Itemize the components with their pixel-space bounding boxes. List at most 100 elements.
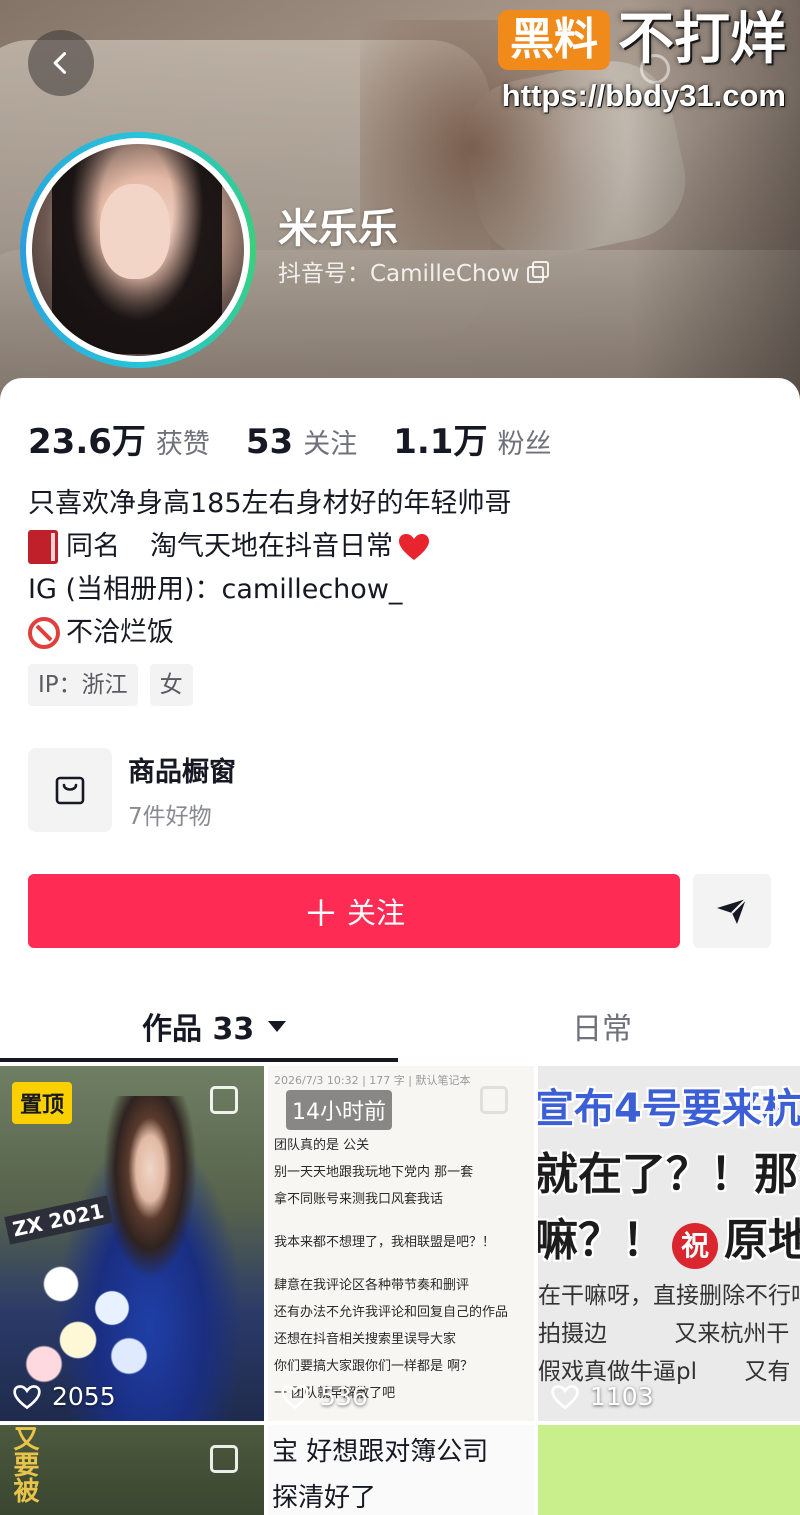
tab-daily[interactable]: 日常 [572,1004,632,1048]
multi-image-icon [480,1086,508,1114]
content-tabs: 作品 33 日常 [0,994,800,1064]
overlay-small-text: 假戏真做牛逼pl 又有 [538,1352,790,1386]
overlay-small-text: 拍摄边 又来杭州干 [538,1314,789,1348]
bio-line-4-text: 不洽烂饭 [66,617,174,648]
overlay-small-b: 又来杭州干 [674,1321,790,1347]
multi-image-icon [750,1086,778,1114]
avatar[interactable] [20,132,256,368]
multi-image-icon [210,1086,238,1114]
bio-line-2: 同名 淘气天地在抖音日常 [28,525,512,568]
stat-followers-label: 粉丝 [497,429,552,460]
stat-followers-value: 1.1万 [393,422,488,462]
note-line: 别一天天地跟我玩地下党内 那一套 [274,1165,474,1180]
douyin-id[interactable]: 抖音号：CamilleChow [278,254,550,288]
note-line: 还想在抖音相关搜索里误导大家 [274,1332,457,1347]
watermark-url: https://bbdy31.com [501,78,786,113]
bio-line-2-b: 淘气天地在抖音日常 [150,531,393,562]
video-likes-count: 536 [320,1382,368,1411]
note-line: 你们要搞大家跟你们一样都是 啊？ [274,1359,474,1374]
note-line: 我本来都不想理了，我相联盟是吧？！ [274,1235,496,1250]
overlay-small-text: 在干嘛呀，直接删除不行吗 [538,1283,800,1309]
heart-icon [399,533,429,560]
stat-likes-label: 获赞 [155,429,210,460]
bio-line-1: 只喜欢净身高185左右身材好的年轻帅哥 [28,488,512,519]
stat-likes-value: 23.6万 [28,422,146,462]
note-lines: 团队真的是 公关 别一天天地跟我玩地下党内 那一套 拿不同账号来测我口风套我话 … [274,1132,508,1407]
stat-following-label: 关注 [303,429,358,460]
overlay-text-a: 嘛？！ [538,1215,666,1266]
send-icon [717,898,747,924]
stat-likes[interactable]: 23.6万 获赞 [28,414,210,463]
profile-banner: 黑料 不打烊 https://bbdy31.com 米乐乐 抖音号：Camill… [0,0,800,400]
overlay-small-b: 又有 [744,1359,791,1385]
video-item[interactable]: 宣布4号要来杭 就在了？！那么 嘛？！祝原地 在干嘛呀，直接删除不行吗 拍摄边 … [538,1066,800,1421]
avatar-frame [26,138,250,362]
profile-bio: 只喜欢净身高185左右身材好的年轻帅哥 同名 淘气天地在抖音日常 IG (当相册… [28,482,512,654]
bio-line-3: IG (当相册用)：camillechow_ [28,574,403,605]
follow-label: 关注 [347,898,406,930]
note-meta: 2026/7/3 10:32 | 177 字 | 默认笔记本 [274,1074,471,1087]
share-button[interactable] [693,874,771,948]
overlay-small-a: 拍摄边 [538,1321,607,1347]
congrats-badge: 祝 [672,1223,718,1269]
avatar-face [100,184,170,279]
tab-works[interactable]: 作品 33 [142,1004,287,1048]
watermark-text: 不打烊 [618,7,786,72]
shop-icon-box [28,748,112,832]
copy-icon[interactable] [527,261,550,283]
stat-following[interactable]: 53 关注 [246,422,357,462]
tab-works-label: 作品 33 [142,1012,255,1047]
heart-outline-icon [551,1384,579,1409]
video-likes: 1103 [550,1382,654,1411]
note-line: 团队真的是 公关 [274,1138,370,1153]
video-thumbnail-flowers [10,1236,180,1396]
overlay-text-b: 原地 [724,1215,800,1266]
video-item[interactable] [538,1425,800,1515]
video-item[interactable]: 2026/7/3 10:32 | 177 字 | 默认笔记本 团队真的是 公关 … [268,1066,534,1421]
tab-underline [0,1058,398,1062]
profile-card: 23.6万 获赞 53 关注 1.1万 粉丝 只喜欢净身高185左右身材好的年轻… [0,378,800,1515]
book-icon [28,529,58,564]
avatar-image [32,144,244,356]
profile-stats: 23.6万 获赞 53 关注 1.1万 粉丝 [28,414,587,463]
video-item[interactable]: 宝 好想跟对簿公司 探清好了 [268,1425,534,1515]
shop-title: 商品橱窗 [128,756,236,788]
note-line: 拿不同账号来测我口风套我话 [274,1192,444,1207]
multi-image-icon [210,1445,238,1473]
caret-down-icon[interactable] [268,1020,287,1032]
stat-followers[interactable]: 1.1万 粉丝 [393,414,551,463]
watermark-badge: 黑料 [498,10,610,70]
overlay-text: 又要被 [9,1425,39,1503]
shop-window[interactable]: 商品橱窗 7件好物 [28,748,236,832]
back-button[interactable] [28,30,94,96]
video-likes-count: 2055 [52,1382,116,1411]
stat-following-value: 53 [245,422,294,462]
overlay-text: 就在了？！那么 [538,1149,800,1200]
watermark: 黑料 不打烊 https://bbdy31.com [498,8,786,114]
video-item[interactable]: 又要被 [0,1425,264,1515]
overlay-text: 宝 好想跟对簿公司 [272,1437,489,1467]
pinned-badge: 置顶 [12,1082,73,1124]
note-line: 肆意在我评论区各种带节奏和删评 [274,1278,470,1293]
heart-outline-icon [13,1384,41,1409]
tag-gender: 女 [149,664,193,706]
no-entry-icon [28,616,60,649]
video-likes: 2055 [12,1382,116,1411]
profile-tags: IP：浙江 女 [28,664,193,706]
note-line: 还有办法不允许我评论和回复自己的作品 [274,1305,509,1320]
plus-icon: ＋ [302,893,339,934]
time-badge: 14小时前 [286,1090,392,1130]
bio-line-4: 不洽烂饭 [28,611,512,654]
shop-text: 商品橱窗 7件好物 [128,750,236,831]
overlay-text: 探清好了 [272,1483,377,1513]
profile-nickname: 米乐乐 [278,206,398,252]
douyin-id-text: 抖音号：CamilleChow [278,261,520,287]
bio-line-2-a: 同名 [66,531,120,562]
video-item[interactable]: ZX 2021 置顶 2055 [0,1066,264,1421]
tag-ip: IP：浙江 [28,664,138,706]
shop-subtitle: 7件好物 [128,803,212,830]
heart-outline-icon [281,1384,309,1409]
follow-button[interactable]: ＋ 关注 [28,874,680,948]
shopping-bag-icon [55,776,85,805]
video-likes: 536 [280,1382,368,1411]
